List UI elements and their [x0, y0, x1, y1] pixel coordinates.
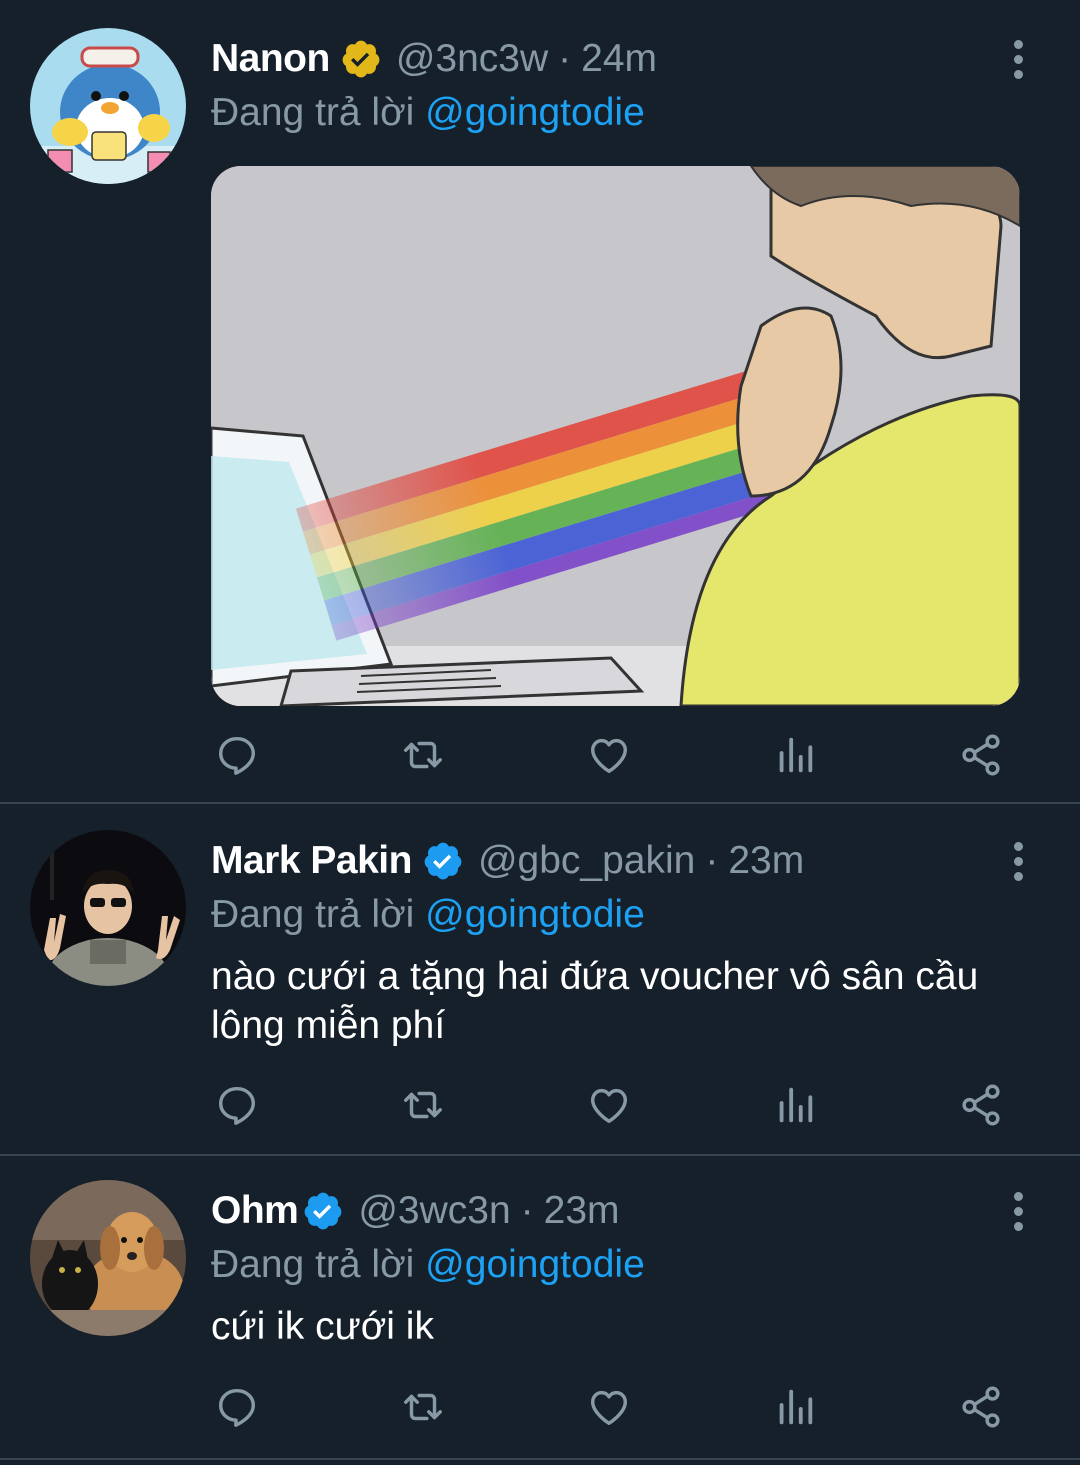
- like-icon: [590, 1088, 628, 1124]
- more-options-icon[interactable]: [1010, 1192, 1026, 1231]
- tweet[interactable]: Mark Pakin @gbc_pakin · 23m Đang trả lời…: [0, 804, 1080, 1156]
- timestamp[interactable]: 23m: [728, 839, 804, 883]
- tweet-actions: [0, 1080, 1080, 1140]
- blue-verified-icon: [302, 1190, 344, 1232]
- share-icon: [962, 1084, 1000, 1126]
- replying-to-user-link[interactable]: @goingtodie: [425, 91, 645, 134]
- tweet-actions: [0, 1382, 1080, 1442]
- like-icon: [590, 738, 628, 774]
- analytics-icon: [779, 1389, 813, 1425]
- cartoon-penguin-avatar-image: [30, 28, 186, 184]
- display-name[interactable]: Mark Pakin: [211, 839, 412, 883]
- analytics-button[interactable]: [770, 730, 820, 780]
- user-handle[interactable]: @gbc_pakin: [478, 839, 695, 883]
- replying-to: Đang trả lời @goingtodie: [211, 890, 1020, 940]
- like-icon: [590, 1390, 628, 1426]
- reply-button[interactable]: [212, 1080, 262, 1130]
- analytics-button[interactable]: [770, 1382, 820, 1432]
- blue-verified-icon: [422, 840, 464, 882]
- tweet-header: Mark Pakin @gbc_pakin · 23m: [211, 832, 1020, 890]
- tweet-text: nào cưới a tặng hai đứa voucher vô sân c…: [211, 955, 979, 1047]
- replying-to: Đang trả lời @goingtodie: [211, 1240, 1020, 1290]
- tweet-image[interactable]: [211, 166, 1020, 706]
- reply-icon: [218, 1086, 256, 1125]
- meme-image: [211, 166, 1020, 706]
- reply-button[interactable]: [212, 1382, 262, 1432]
- user-handle[interactable]: @3wc3n: [358, 1189, 510, 1233]
- analytics-icon: [779, 737, 813, 773]
- user-handle[interactable]: @3nc3w: [396, 37, 548, 81]
- reply-icon: [218, 736, 256, 775]
- replying-to-label: Đang trả lời: [211, 91, 415, 134]
- like-button[interactable]: [584, 730, 634, 780]
- retweet-button[interactable]: [398, 1080, 448, 1130]
- tweet-header: Nanon @3nc3w · 24m: [211, 30, 1020, 88]
- retweet-button[interactable]: [398, 730, 448, 780]
- display-name[interactable]: Ohm: [211, 1189, 299, 1233]
- person-peace-sign-avatar-image: [30, 830, 186, 986]
- separator-dot: ·: [558, 37, 572, 80]
- replying-to-user-link[interactable]: @goingtodie: [425, 893, 645, 936]
- tweet[interactable]: Ohm @3wc3n · 23m Đang trả lời @goingtodi…: [0, 1156, 1080, 1460]
- share-icon: [962, 734, 1000, 776]
- share-button[interactable]: [956, 730, 1006, 780]
- timestamp[interactable]: 23m: [544, 1189, 620, 1233]
- replying-to-user-link[interactable]: @goingtodie: [425, 1243, 645, 1286]
- display-name[interactable]: Nanon: [211, 37, 330, 81]
- retweet-icon: [404, 1091, 442, 1119]
- analytics-icon: [779, 1087, 813, 1123]
- tweet-actions: [0, 730, 1080, 790]
- replying-to: Đang trả lời @goingtodie: [211, 88, 1020, 138]
- replying-to-label: Đang trả lời: [211, 1243, 415, 1286]
- tweet[interactable]: Nanon @3nc3w · 24m Đang trả lời @goingto…: [0, 0, 1080, 804]
- share-button[interactable]: [956, 1080, 1006, 1130]
- avatar[interactable]: [30, 28, 186, 184]
- retweet-icon: [404, 1393, 442, 1421]
- replying-to-label: Đang trả lời: [211, 893, 415, 936]
- dog-and-cat-avatar-image: [30, 1180, 186, 1336]
- tweet-header: Ohm @3wc3n · 23m: [211, 1182, 1020, 1240]
- separator-dot: ·: [705, 839, 719, 882]
- gold-verified-icon: [340, 38, 382, 80]
- retweet-icon: [404, 741, 442, 769]
- tweet-text: cứi ik cưới ik: [211, 1305, 434, 1348]
- tweet-feed: Nanon @3nc3w · 24m Đang trả lời @goingto…: [0, 0, 1080, 1465]
- more-options-icon[interactable]: [1010, 40, 1026, 79]
- share-button[interactable]: [956, 1382, 1006, 1432]
- avatar[interactable]: [30, 830, 186, 986]
- analytics-button[interactable]: [770, 1080, 820, 1130]
- reply-button[interactable]: [212, 730, 262, 780]
- like-button[interactable]: [584, 1080, 634, 1130]
- reply-icon: [218, 1388, 256, 1427]
- timestamp[interactable]: 24m: [581, 37, 657, 81]
- separator-dot: ·: [520, 1189, 534, 1232]
- more-options-icon[interactable]: [1010, 842, 1026, 881]
- like-button[interactable]: [584, 1382, 634, 1432]
- avatar[interactable]: [30, 1180, 186, 1336]
- retweet-button[interactable]: [398, 1382, 448, 1432]
- share-icon: [962, 1386, 1000, 1428]
